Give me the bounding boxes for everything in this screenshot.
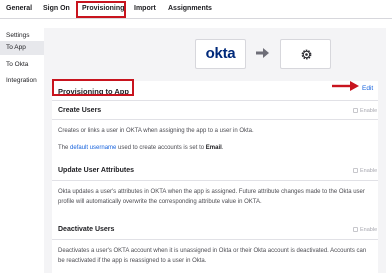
okta-logo: okta	[205, 45, 236, 62]
section-note-create-users: The default username used to create acco…	[58, 143, 374, 153]
checkbox-icon	[353, 227, 358, 232]
enable-checkbox-update-attributes[interactable]: Enable	[353, 168, 377, 174]
red-arrow-icon	[332, 81, 359, 91]
section-desc-create-users: Creates or links a user in OKTA when ass…	[58, 128, 254, 134]
app-logo-box	[280, 39, 331, 69]
enable-label: Enable	[360, 168, 378, 174]
divider	[52, 119, 378, 120]
section-title-create-users: Create Users	[58, 107, 102, 114]
divider	[52, 239, 378, 240]
nav-item-to-okta[interactable]: To Okta	[0, 58, 44, 72]
enable-label: Enable	[360, 108, 378, 114]
note-text: .	[221, 145, 224, 151]
tab-import[interactable]: Import	[134, 5, 156, 12]
checkbox-icon	[353, 168, 358, 173]
divider	[52, 180, 378, 181]
tab-general[interactable]: General	[6, 5, 32, 12]
username-format-value: Email	[205, 145, 222, 151]
okta-logo-box: okta	[195, 39, 246, 69]
arrow-right-icon	[256, 48, 269, 58]
default-username-link[interactable]: default username	[70, 145, 116, 151]
note-text: The	[58, 145, 71, 151]
section-title-update-attributes: Update User Attributes	[58, 167, 134, 174]
enable-checkbox-create-users[interactable]: Enable	[353, 108, 377, 114]
note-text: used to create accounts is set to	[116, 145, 206, 151]
settings-heading: Settings	[6, 32, 30, 39]
tab-assignments[interactable]: Assignments	[168, 5, 212, 12]
provisioning-title-highlight	[52, 79, 134, 96]
nav-item-to-app[interactable]: To App	[0, 41, 44, 55]
gear-icon	[301, 49, 312, 60]
enable-label: Enable	[360, 227, 378, 233]
checkbox-icon	[353, 108, 358, 113]
enable-checkbox-deactivate-users[interactable]: Enable	[353, 227, 377, 233]
settings-nav: Settings To App To Okta Integration	[0, 28, 44, 273]
tab-sign-on[interactable]: Sign On	[43, 5, 70, 12]
tab-bar: General Sign On Provisioning Import Assi…	[0, 0, 392, 19]
nav-item-integration[interactable]: Integration	[0, 74, 44, 88]
provisioning-card: Provisioning to App Create Users Enable …	[52, 81, 378, 273]
main-panel: okta Provisioning to App Create Users En…	[44, 28, 386, 273]
edit-link[interactable]: Edit	[362, 85, 373, 92]
section-desc-deactivate-users: Deactivates a user's OKTA account when i…	[58, 248, 367, 264]
section-desc-update-attributes: Okta updates a user's attributes in OKTA…	[58, 189, 365, 205]
section-title-deactivate-users: Deactivate Users	[58, 226, 115, 233]
provisioning-tab-highlight	[76, 1, 126, 18]
